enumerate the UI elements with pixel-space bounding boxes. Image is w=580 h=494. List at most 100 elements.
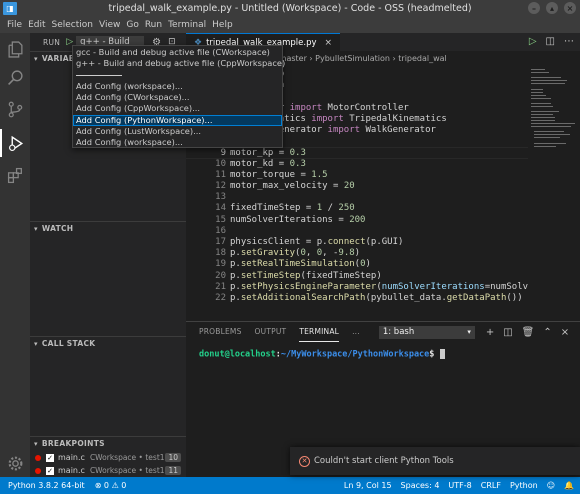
menu-go[interactable]: Go: [123, 20, 141, 30]
dropdown-separator: [73, 70, 282, 81]
menu-bar: File Edit Selection View Go Run Terminal…: [0, 17, 580, 33]
line-source: p.setTimeStep(fixedTimeStep): [230, 270, 382, 281]
code-line[interactable]: 22 p.setAdditionalSearchPath(pybullet_dat…: [186, 293, 580, 304]
dropdown-option[interactable]: gcc - Build and debug active file (CWork…: [73, 47, 282, 58]
dropdown-option[interactable]: Add Config (CWorkspace)...: [73, 92, 282, 103]
editor-actions: ▷ ◫ ⋯: [529, 36, 574, 47]
tab-terminal[interactable]: TERMINAL: [299, 322, 340, 342]
cursor-position-status[interactable]: Ln 9, Col 15: [344, 481, 392, 490]
call-stack-section-header[interactable]: ▾ CALL STACK: [30, 336, 186, 350]
new-terminal-icon[interactable]: +: [486, 327, 494, 338]
run-debug-icon[interactable]: [0, 129, 30, 157]
more-actions-icon[interactable]: ⋯: [564, 36, 574, 47]
line-source: p.setGravity(0, 0, -9.8): [230, 248, 361, 259]
code-line[interactable]: 19 p.setRealTimeSimulation(0): [186, 259, 580, 270]
manage-gear-icon[interactable]: [0, 449, 30, 477]
code-line[interactable]: 15 numSolverIterations = 200: [186, 215, 580, 226]
breakpoint-item[interactable]: ✓ main.c CWorkspace • test1 11: [30, 464, 186, 477]
terminal-select[interactable]: 1: bash ▾: [378, 325, 475, 339]
breakpoint-line-badge: 11: [165, 466, 181, 475]
menu-help[interactable]: Help: [209, 20, 236, 30]
breakpoint-line-badge: 10: [165, 453, 181, 462]
tab-output[interactable]: OUTPUT: [255, 322, 287, 342]
code-line[interactable]: 21 p.setPhysicsEngineParameter(numSolverI…: [186, 282, 580, 293]
search-icon[interactable]: [0, 63, 30, 91]
close-panel-icon[interactable]: ×: [561, 327, 569, 338]
code-line[interactable]: 10 motor_kd = 0.3: [186, 159, 580, 170]
notifications-bell-icon[interactable]: 🔔: [564, 481, 574, 490]
code-line[interactable]: 14 fixedTimeStep = 1 / 250: [186, 203, 580, 214]
breakpoint-item[interactable]: ✓ main.c CWorkspace • test1 10: [30, 451, 186, 464]
dropdown-option[interactable]: Add Config (LustWorkspace)...: [73, 126, 282, 137]
tab-problems[interactable]: PROBLEMS: [199, 322, 242, 342]
minimize-button[interactable]: –: [528, 2, 540, 14]
run-python-file-icon[interactable]: ▷: [529, 36, 537, 47]
activity-bar: [0, 33, 30, 477]
maximize-panel-icon[interactable]: ⌃: [543, 327, 551, 338]
menu-file[interactable]: File: [4, 20, 25, 30]
menu-edit[interactable]: Edit: [25, 20, 48, 30]
source-control-icon[interactable]: [0, 95, 30, 123]
menu-selection[interactable]: Selection: [49, 20, 96, 30]
language-status[interactable]: Python: [510, 481, 538, 490]
line-number: 17: [215, 237, 226, 247]
code-line[interactable]: 16: [186, 226, 580, 237]
chevron-down-icon: ▾: [34, 54, 38, 63]
chevron-down-icon: ▾: [467, 328, 471, 336]
dropdown-option[interactable]: g++ - Build and debug active file (CppWo…: [73, 58, 285, 69]
error-notification[interactable]: ✕ Couldn't start client Python Tools: [290, 447, 580, 475]
code-line[interactable]: 18 p.setGravity(0, 0, -9.8): [186, 248, 580, 259]
code-line[interactable]: 17 physicsClient = p.connect(p.GUI): [186, 237, 580, 248]
split-terminal-icon[interactable]: ◫: [503, 327, 512, 338]
line-number: 16: [215, 225, 226, 236]
line-source: physicsClient = p.connect(p.GUI): [230, 237, 404, 247]
breakpoint-checkbox[interactable]: ✓: [46, 453, 54, 462]
dropdown-option[interactable]: Add Config (CppWorkspace)...: [73, 103, 282, 114]
code-line[interactable]: 20 p.setTimeStep(fixedTimeStep): [186, 271, 580, 282]
dropdown-option-highlighted[interactable]: Add Config (PythonWorkspace)...: [73, 114, 282, 127]
line-number: 13: [215, 192, 226, 203]
line-number: 9: [220, 148, 226, 159]
debug-config-dropdown: gcc - Build and debug active file (CWork…: [72, 45, 285, 148]
python-interpreter-status[interactable]: Python 3.8.2 64-bit: [8, 481, 85, 490]
terminal-prompt[interactable]: donut@localhost:~/MyWorkspace/PythonWork…: [199, 349, 445, 360]
dropdown-option[interactable]: Add Config (workspace)...: [73, 137, 282, 148]
watch-section-header[interactable]: ▾ WATCH: [30, 221, 186, 235]
close-tab-icon[interactable]: ×: [325, 38, 333, 48]
encoding-status[interactable]: UTF-8: [448, 481, 471, 490]
split-editor-icon[interactable]: ◫: [546, 36, 555, 47]
chevron-down-icon: ▾: [34, 439, 38, 448]
chevron-down-icon: ▾: [34, 224, 38, 233]
panel-more-tabs[interactable]: ...: [352, 322, 360, 342]
line-number: 10: [215, 158, 226, 169]
breakpoint-folder: CWorkspace • test1: [89, 453, 165, 462]
code-line[interactable]: 9 motor_kp = 0.3: [186, 147, 580, 159]
explorer-icon[interactable]: [0, 35, 30, 63]
code-line[interactable]: 12 motor_max_velocity = 20: [186, 181, 580, 192]
eol-status[interactable]: CRLF: [481, 481, 501, 490]
maximize-button[interactable]: ▴: [546, 2, 558, 14]
line-source: fixedTimeStep = 1 / 250: [230, 203, 355, 214]
dropdown-option[interactable]: Add Config (workspace)...: [73, 81, 282, 92]
breakpoint-checkbox[interactable]: ✓: [46, 466, 54, 475]
line-number: 15: [215, 214, 226, 225]
call-stack-title: CALL STACK: [41, 339, 96, 348]
extensions-icon[interactable]: [0, 161, 30, 189]
problems-status[interactable]: ⊗ 0 ⚠ 0: [95, 481, 127, 490]
minimap[interactable]: [528, 65, 580, 321]
breakpoints-section-header[interactable]: ▾ BREAKPOINTS: [30, 436, 186, 450]
watch-title: WATCH: [41, 224, 74, 233]
close-button[interactable]: ×: [564, 2, 576, 14]
menu-run[interactable]: Run: [142, 20, 165, 30]
breakpoint-file: main.c: [58, 466, 85, 475]
kill-terminal-icon[interactable]: 🗑: [522, 327, 535, 338]
breakpoint-dot-icon: [35, 467, 41, 474]
code-line[interactable]: 13: [186, 192, 580, 203]
indentation-status[interactable]: Spaces: 4: [401, 481, 440, 490]
code-line[interactable]: 11 motor_torque = 1.5: [186, 170, 580, 181]
feedback-icon[interactable]: ☺: [547, 481, 555, 490]
menu-view[interactable]: View: [96, 20, 123, 30]
line-number: 20: [215, 270, 226, 281]
breakpoint-file: main.c: [58, 453, 85, 462]
menu-terminal[interactable]: Terminal: [165, 20, 209, 30]
